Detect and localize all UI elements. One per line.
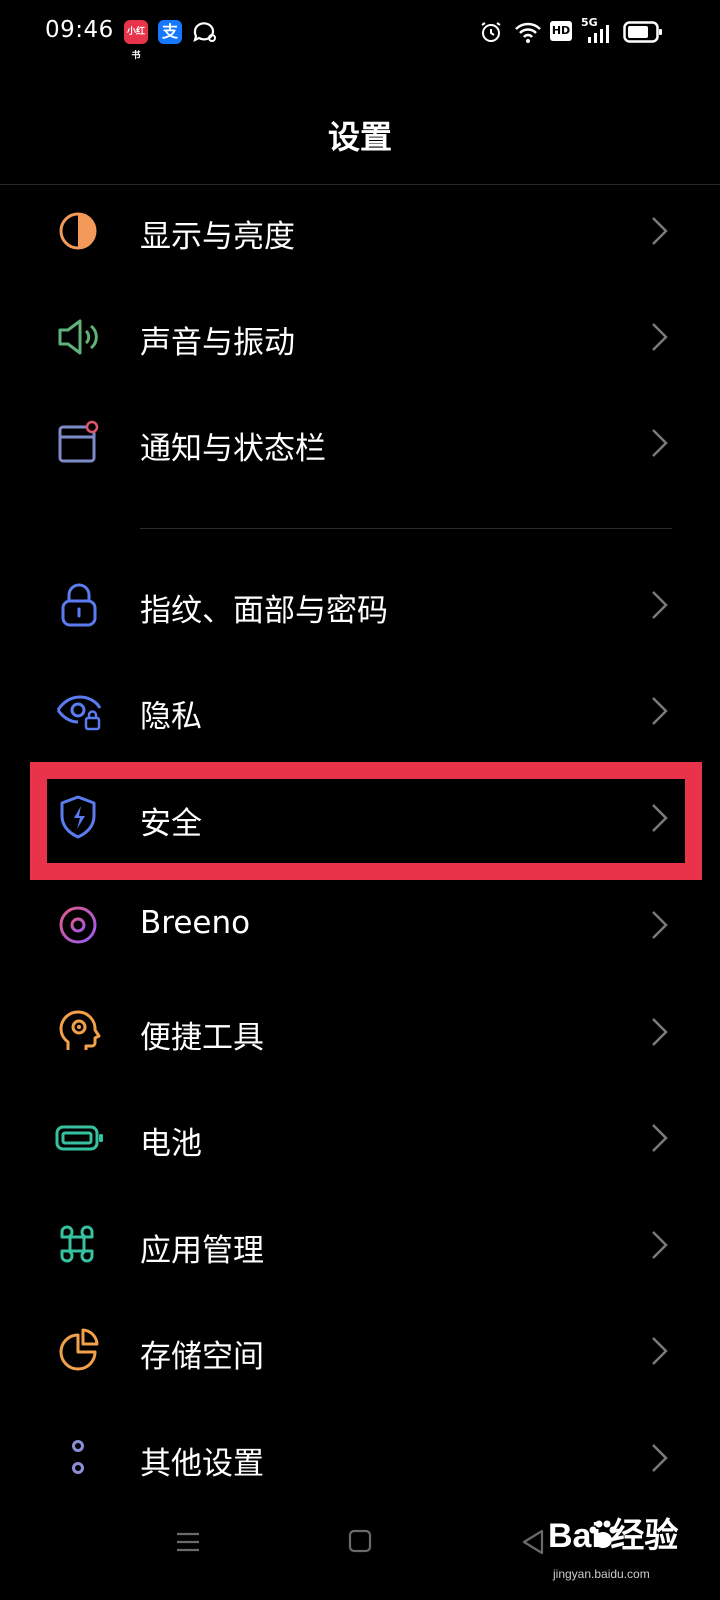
- chevron-right-icon: [652, 217, 668, 245]
- highlight-box: [30, 762, 702, 880]
- settings-item-privacy[interactable]: 隐私: [0, 661, 720, 761]
- settings-item-label: 声音与振动: [140, 325, 295, 361]
- notification-icon: [58, 420, 99, 463]
- lock-icon: [61, 583, 97, 627]
- settings-item-label: 存储空间: [140, 1339, 264, 1375]
- settings-item-label: 指纹、面部与密码: [140, 593, 388, 629]
- convenience-tools-icon: [59, 1010, 101, 1050]
- 5g-signal-icon: 5G: [581, 16, 611, 44]
- chevron-right-icon: [652, 591, 668, 619]
- chevron-right-icon: [652, 697, 668, 725]
- privacy-eye-icon: [56, 695, 102, 731]
- settings-item-app-management[interactable]: 应用管理: [0, 1195, 720, 1295]
- chat-bubble-icon: [193, 22, 216, 43]
- menu-icon[interactable]: [174, 1528, 202, 1556]
- page-title: 设置: [327, 118, 392, 156]
- battery-icon: [55, 1125, 103, 1151]
- chevron-right-icon: [652, 1018, 668, 1046]
- settings-item-label: 隐私: [140, 699, 202, 735]
- settings-item-label: 其他设置: [140, 1446, 264, 1482]
- paw-icon: [589, 1520, 617, 1548]
- settings-item-other-settings[interactable]: 其他设置: [0, 1408, 720, 1508]
- speaker-icon: [58, 319, 98, 355]
- settings-item-battery[interactable]: 电池: [0, 1088, 720, 1188]
- wifi-icon: [515, 22, 541, 43]
- chevron-right-icon: [652, 323, 668, 351]
- settings-item-convenience-tools[interactable]: 便捷工具: [0, 982, 720, 1082]
- xiaohongshu-icon: 小红书: [124, 20, 148, 61]
- watermark-url: jingyan.baidu.com: [553, 1567, 650, 1581]
- section-divider: [140, 528, 672, 529]
- storage-icon: [59, 1328, 99, 1371]
- status-time: 09:46: [45, 17, 114, 43]
- app-management-icon: [60, 1225, 94, 1263]
- hd-icon: HD: [550, 21, 572, 41]
- settings-item-storage[interactable]: 存储空间: [0, 1301, 720, 1401]
- display-brightness-icon: [59, 212, 97, 250]
- settings-item-label: 电池: [140, 1126, 202, 1162]
- other-settings-icon: [72, 1440, 84, 1474]
- settings-item-label: 显示与亮度: [140, 219, 295, 255]
- alarm-icon: [481, 22, 501, 42]
- settings-item-label: 应用管理: [140, 1233, 264, 1269]
- back-icon[interactable]: [520, 1528, 546, 1556]
- home-icon[interactable]: [347, 1528, 373, 1554]
- settings-item-notification[interactable]: 通知与状态栏: [0, 393, 720, 493]
- alipay-icon: 支: [158, 20, 182, 44]
- header: 设置: [0, 64, 720, 185]
- chevron-right-icon: [652, 1124, 668, 1152]
- settings-item-breeno[interactable]: Breeno: [0, 875, 720, 975]
- battery-status-icon: [623, 21, 662, 43]
- settings-item-display[interactable]: 显示与亮度: [0, 181, 720, 281]
- chevron-right-icon: [652, 1444, 668, 1472]
- chevron-right-icon: [652, 911, 668, 939]
- status-bar: 09:46 小红书 支 HD 5G: [0, 0, 720, 64]
- settings-item-fingerprint-face-password[interactable]: 指纹、面部与密码: [0, 555, 720, 655]
- breeno-icon: [59, 906, 97, 944]
- settings-item-label: 通知与状态栏: [140, 431, 326, 467]
- settings-item-label: Breeno: [140, 905, 251, 941]
- settings-item-sound[interactable]: 声音与振动: [0, 287, 720, 387]
- chevron-right-icon: [652, 429, 668, 457]
- settings-item-label: 便捷工具: [140, 1020, 264, 1056]
- chevron-right-icon: [652, 1337, 668, 1365]
- chevron-right-icon: [652, 1231, 668, 1259]
